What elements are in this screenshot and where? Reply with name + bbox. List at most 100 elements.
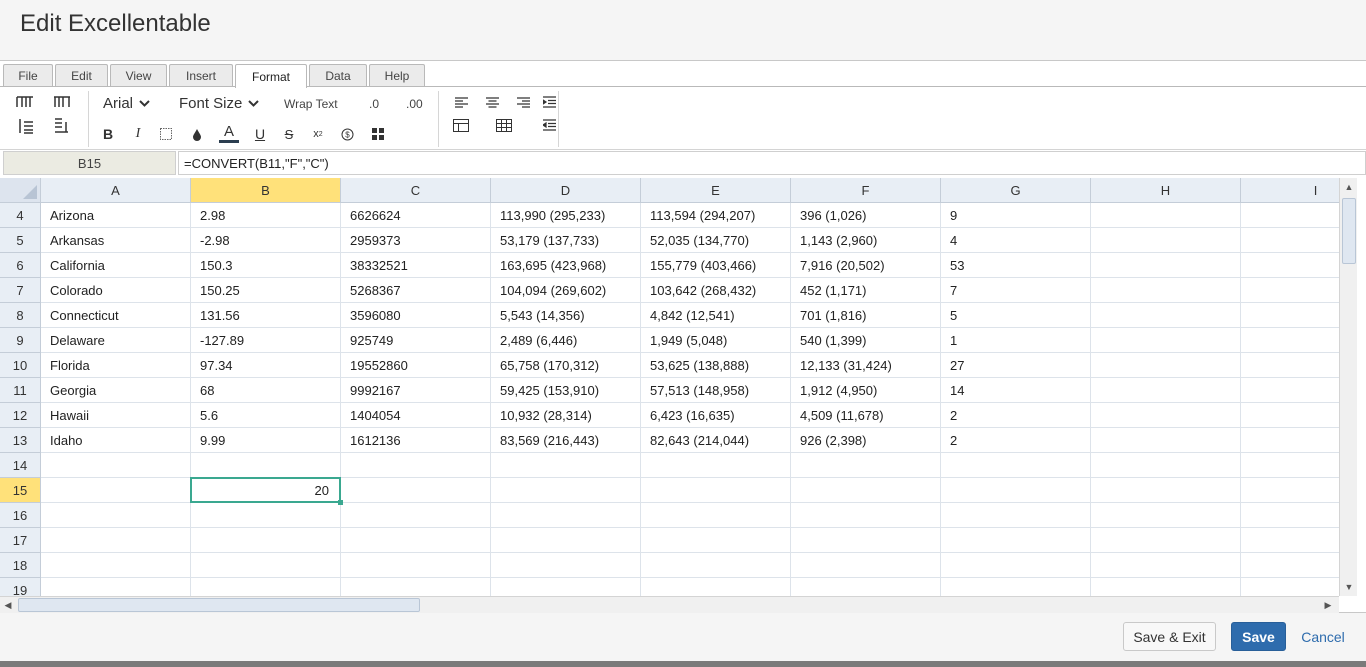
cell-d15[interactable] (491, 478, 641, 503)
row-header-19[interactable]: 19 (0, 578, 41, 596)
cell-a12[interactable]: Hawaii (41, 403, 191, 428)
column-header-f[interactable]: F (791, 178, 941, 203)
cell-f19[interactable] (791, 578, 941, 596)
cell-d4[interactable]: 113,990 (295,233) (491, 203, 641, 228)
cell-e14[interactable] (641, 453, 791, 478)
cell-f17[interactable] (791, 528, 941, 553)
cell-g13[interactable]: 2 (941, 428, 1091, 453)
cell-a16[interactable] (41, 503, 191, 528)
cell-g19[interactable] (941, 578, 1091, 596)
cell-d11[interactable]: 59,425 (153,910) (491, 378, 641, 403)
cell-f9[interactable]: 540 (1,399) (791, 328, 941, 353)
cell-e19[interactable] (641, 578, 791, 596)
cell-a15[interactable] (41, 478, 191, 503)
row-header-8[interactable]: 8 (0, 303, 41, 328)
row-header-5[interactable]: 5 (0, 228, 41, 253)
scroll-right-icon[interactable]: ▶ (1320, 597, 1336, 613)
row-header-14[interactable]: 14 (0, 453, 41, 478)
cell-g5[interactable]: 4 (941, 228, 1091, 253)
cell-e8[interactable]: 4,842 (12,541) (641, 303, 791, 328)
tab-data[interactable]: Data (309, 64, 367, 86)
row-header-6[interactable]: 6 (0, 253, 41, 278)
cell-b5[interactable]: -2.98 (191, 228, 341, 253)
cell-c8[interactable]: 3596080 (341, 303, 491, 328)
cell-f16[interactable] (791, 503, 941, 528)
cell-g4[interactable]: 9 (941, 203, 1091, 228)
cell-f12[interactable]: 4,509 (11,678) (791, 403, 941, 428)
cell-c11[interactable]: 9992167 (341, 378, 491, 403)
cell-e7[interactable]: 103,642 (268,432) (641, 278, 791, 303)
cell-c19[interactable] (341, 578, 491, 596)
cell-g16[interactable] (941, 503, 1091, 528)
cell-a10[interactable]: Florida (41, 353, 191, 378)
cell-e11[interactable]: 57,513 (148,958) (641, 378, 791, 403)
cell-b12[interactable]: 5.6 (191, 403, 341, 428)
cell-f14[interactable] (791, 453, 941, 478)
cell-d9[interactable]: 2,489 (6,446) (491, 328, 641, 353)
insert-row-above-icon[interactable] (14, 117, 36, 135)
tab-view[interactable]: View (110, 64, 167, 86)
cell-b19[interactable] (191, 578, 341, 596)
strikethrough-button[interactable]: S (282, 125, 296, 143)
cell-i16[interactable] (1241, 503, 1339, 528)
cell-d6[interactable]: 163,695 (423,968) (491, 253, 641, 278)
cell-f13[interactable]: 926 (2,398) (791, 428, 941, 453)
cell-c9[interactable]: 925749 (341, 328, 491, 353)
cell-c18[interactable] (341, 553, 491, 578)
row-header-13[interactable]: 13 (0, 428, 41, 453)
align-right-icon[interactable] (515, 95, 531, 109)
column-header-a[interactable]: A (41, 178, 191, 203)
vertical-scrollbar[interactable]: ▲ ▼ (1339, 178, 1357, 596)
cell-a11[interactable]: Georgia (41, 378, 191, 403)
cell-g15[interactable] (941, 478, 1091, 503)
cell-f7[interactable]: 452 (1,171) (791, 278, 941, 303)
cell-f8[interactable]: 701 (1,816) (791, 303, 941, 328)
cell-e17[interactable] (641, 528, 791, 553)
cell-i5[interactable] (1241, 228, 1339, 253)
column-header-h[interactable]: H (1091, 178, 1241, 203)
cell-g7[interactable]: 7 (941, 278, 1091, 303)
cell-b14[interactable] (191, 453, 341, 478)
cell-b11[interactable]: 68 (191, 378, 341, 403)
save-exit-button[interactable]: Save & Exit (1123, 622, 1216, 651)
cell-i8[interactable] (1241, 303, 1339, 328)
spreadsheet-grid[interactable]: A B C D E F G H I 4 Arizona 2.98 6626624 113,990 (295… (0, 178, 1339, 596)
cell-d13[interactable]: 83,569 (216,443) (491, 428, 641, 453)
cell-i14[interactable] (1241, 453, 1339, 478)
cell-e10[interactable]: 53,625 (138,888) (641, 353, 791, 378)
cell-a13[interactable]: Idaho (41, 428, 191, 453)
cell-h6[interactable] (1091, 253, 1241, 278)
cell-f5[interactable]: 1,143 (2,960) (791, 228, 941, 253)
cell-b9[interactable]: -127.89 (191, 328, 341, 353)
cell-a9[interactable]: Delaware (41, 328, 191, 353)
cell-e4[interactable]: 113,594 (294,207) (641, 203, 791, 228)
cell-g18[interactable] (941, 553, 1091, 578)
cell-c4[interactable]: 6626624 (341, 203, 491, 228)
cell-h8[interactable] (1091, 303, 1241, 328)
insert-column-right-icon[interactable] (51, 93, 73, 111)
scroll-up-icon[interactable]: ▲ (1341, 179, 1357, 195)
font-family-dropdown[interactable]: Arial (103, 95, 150, 112)
cell-b16[interactable] (191, 503, 341, 528)
cell-d5[interactable]: 53,179 (137,733) (491, 228, 641, 253)
cell-d17[interactable] (491, 528, 641, 553)
cell-h7[interactable] (1091, 278, 1241, 303)
cell-a17[interactable] (41, 528, 191, 553)
wrap-text-button[interactable]: Wrap Text (284, 95, 338, 113)
cell-b17[interactable] (191, 528, 341, 553)
cell-h19[interactable] (1091, 578, 1241, 596)
cell-d19[interactable] (491, 578, 641, 596)
cell-g17[interactable] (941, 528, 1091, 553)
cell-b10[interactable]: 97.34 (191, 353, 341, 378)
indent-icon[interactable] (541, 95, 557, 109)
cell-e15[interactable] (641, 478, 791, 503)
cell-b13[interactable]: 9.99 (191, 428, 341, 453)
insert-column-left-icon[interactable] (14, 93, 36, 111)
cell-i17[interactable] (1241, 528, 1339, 553)
font-size-dropdown[interactable]: Font Size (179, 95, 260, 112)
cell-a6[interactable]: California (41, 253, 191, 278)
cell-h16[interactable] (1091, 503, 1241, 528)
horizontal-scroll-thumb[interactable] (18, 598, 420, 612)
cell-g10[interactable]: 27 (941, 353, 1091, 378)
cell-f10[interactable]: 12,133 (31,424) (791, 353, 941, 378)
